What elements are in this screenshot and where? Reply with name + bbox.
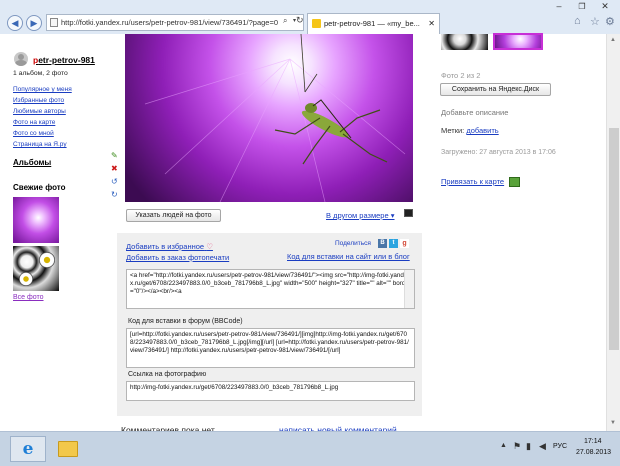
add-favorite-link[interactable]: Добавить в избранное ♡ [126, 242, 213, 251]
bind-to-map-link[interactable]: Привязать к карте [441, 177, 521, 188]
right-thumb-flower-selected[interactable] [493, 33, 543, 50]
bind-to-map-label: Привязать к карте [441, 177, 505, 186]
scroll-down-arrow-icon[interactable]: ▼ [610, 420, 616, 426]
forum-code-text: [url=http://fotki.yandex.ru/users/petr-p… [130, 331, 409, 354]
all-photos-link[interactable]: Все фото [13, 294, 44, 301]
html-code-field[interactable]: <a href="http://fotki.yandex.ru/users/pe… [126, 269, 415, 309]
slideshow-icon[interactable] [404, 209, 413, 217]
sidebar-link-popular[interactable]: Популярное у меня [13, 86, 72, 93]
user-stats: 1 альбом, 2 фото [13, 70, 68, 77]
back-button[interactable]: ◀ [7, 15, 23, 31]
tab-close-icon[interactable]: ✕ [428, 14, 435, 33]
clock-time[interactable]: 17:14 [584, 438, 602, 445]
yandex-favicon [312, 19, 321, 28]
scrollbar-thumb[interactable] [609, 128, 619, 350]
tags-row: Метки: добавить [441, 126, 499, 135]
settings-gear-icon[interactable]: ⚙ [605, 15, 615, 28]
grasshopper-illustration [144, 34, 406, 202]
home-icon[interactable]: ⌂ [574, 15, 581, 27]
thumbnail-flower-pink[interactable] [13, 197, 59, 243]
tag-people-label: Указать людей на фото [135, 212, 212, 219]
twitter-share-icon[interactable]: t [389, 239, 398, 248]
html-code-text: <a href="http://fotki.yandex.ru/users/pe… [130, 272, 411, 295]
scroll-up-arrow-icon[interactable]: ▲ [610, 37, 616, 43]
vk-share-icon[interactable]: В [378, 239, 387, 248]
other-size-link[interactable]: В другом размере ▾ [326, 211, 395, 220]
fresh-photos-heading: Свежие фото [13, 183, 66, 192]
sidebar-link-authors[interactable]: Любимые авторы [13, 108, 66, 115]
username: petr-petrov-981 [33, 55, 95, 65]
back-arrow-icon: ◀ [11, 17, 19, 28]
save-to-disk-button[interactable]: Сохранить на Яндекс.Диск [440, 83, 551, 96]
search-icon[interactable]: ⌕ [283, 16, 287, 26]
main-photo[interactable] [125, 34, 413, 202]
forward-arrow-icon: ▶ [30, 17, 38, 28]
sidebar-link-map[interactable]: Фото на карте [13, 119, 55, 126]
page-icon [50, 18, 58, 27]
photo-link-field[interactable]: http://img-fotki.yandex.ru/get/6708/2234… [126, 381, 415, 401]
tray-volume-icon[interactable]: ◀ [539, 441, 546, 452]
albums-heading[interactable]: Альбомы [13, 158, 51, 167]
tray-up-arrow-icon[interactable]: ▲ [500, 442, 507, 449]
refresh-icon[interactable]: ↻ [296, 15, 304, 26]
photo-link-text: http://img-fotki.yandex.ru/get/6708/2234… [130, 384, 339, 391]
tag-people-button[interactable]: Указать людей на фото [126, 209, 221, 222]
thumbnail-daisies[interactable] [13, 246, 59, 291]
save-to-disk-label: Сохранить на Яндекс.Диск [451, 86, 540, 93]
right-thumb-daisies[interactable] [441, 34, 488, 50]
forum-code-label: Код для вставки в форум (BBCode) [128, 318, 243, 325]
edit-pencil-icon[interactable]: ✎ [111, 151, 118, 160]
explorer-taskbar-button[interactable] [50, 436, 86, 462]
rotate-right-icon[interactable]: ↻ [111, 190, 118, 199]
add-print-link[interactable]: Добавить в заказ фотопечати [126, 253, 229, 262]
heart-icon: ♡ [206, 242, 213, 251]
close-window-button[interactable]: ✕ [596, 2, 614, 12]
address-url: http://fotki.yandex.ru/users/petr-petrov… [61, 18, 279, 27]
sidebar-link-with-me[interactable]: Фото со мной [13, 130, 54, 137]
tags-add-link[interactable]: добавить [466, 126, 498, 135]
add-description-text[interactable]: Добавьте описание [441, 108, 508, 117]
google-plus-share-icon[interactable]: g [400, 239, 409, 248]
sidebar-link-favorites[interactable]: Избранные фото [13, 97, 64, 104]
forward-button[interactable]: ▶ [26, 15, 42, 31]
taskbar: e ▲ ⚑ ▮ ◀ РУС 17:14 27.08.2013 [0, 431, 620, 466]
maximize-button[interactable]: ❐ [573, 2, 591, 12]
rotate-left-icon[interactable]: ↺ [111, 177, 118, 186]
user-avatar[interactable] [14, 52, 28, 66]
delete-icon[interactable]: ✖ [111, 164, 118, 173]
share-panel: Добавить в избранное ♡ Добавить в заказ … [117, 233, 422, 416]
folder-icon [58, 441, 78, 457]
language-indicator[interactable]: РУС [553, 443, 567, 450]
uploaded-date: Загружено: 27 августа 2013 в 17:06 [441, 149, 556, 156]
photo-count: Фото 2 из 2 [441, 71, 481, 80]
browser-chrome: – ❐ ✕ ◀ ▶ http://fotki.yandex.ru/users/p… [0, 0, 620, 34]
username-link[interactable]: petr-petrov-981 [33, 55, 95, 65]
ie-taskbar-button[interactable]: e [10, 436, 46, 462]
clock-date[interactable]: 27.08.2013 [576, 449, 611, 456]
share-label: Поделиться [335, 240, 371, 247]
tab-title: petr-petrov-981 — «my_be... [324, 19, 420, 28]
tab-active[interactable]: petr-petrov-981 — «my_be... ✕ [307, 13, 440, 34]
page-scrollbar[interactable]: ▲ ▼ [606, 34, 620, 431]
forum-code-field[interactable]: [url=http://fotki.yandex.ru/users/petr-p… [126, 328, 415, 368]
html-code-scrollbar[interactable] [404, 270, 414, 308]
favorites-icon[interactable]: ☆ [590, 15, 600, 28]
map-icon [509, 177, 521, 188]
photo-link-label: Ссылка на фотографию [128, 371, 207, 378]
embed-code-link[interactable]: Код для вставки на сайт или в блог [287, 252, 410, 261]
internet-explorer-icon: e [22, 439, 34, 459]
minimize-button[interactable]: – [550, 2, 568, 12]
tray-network-icon[interactable]: ▮ [526, 441, 531, 452]
tags-label: Метки: [441, 126, 465, 135]
address-bar[interactable]: http://fotki.yandex.ru/users/petr-petrov… [46, 14, 304, 31]
tray-flag-icon[interactable]: ⚑ [513, 441, 521, 452]
sidebar-link-yaru[interactable]: Страница на Я.ру [13, 141, 67, 148]
add-favorite-label: Добавить в избранное [126, 242, 205, 251]
